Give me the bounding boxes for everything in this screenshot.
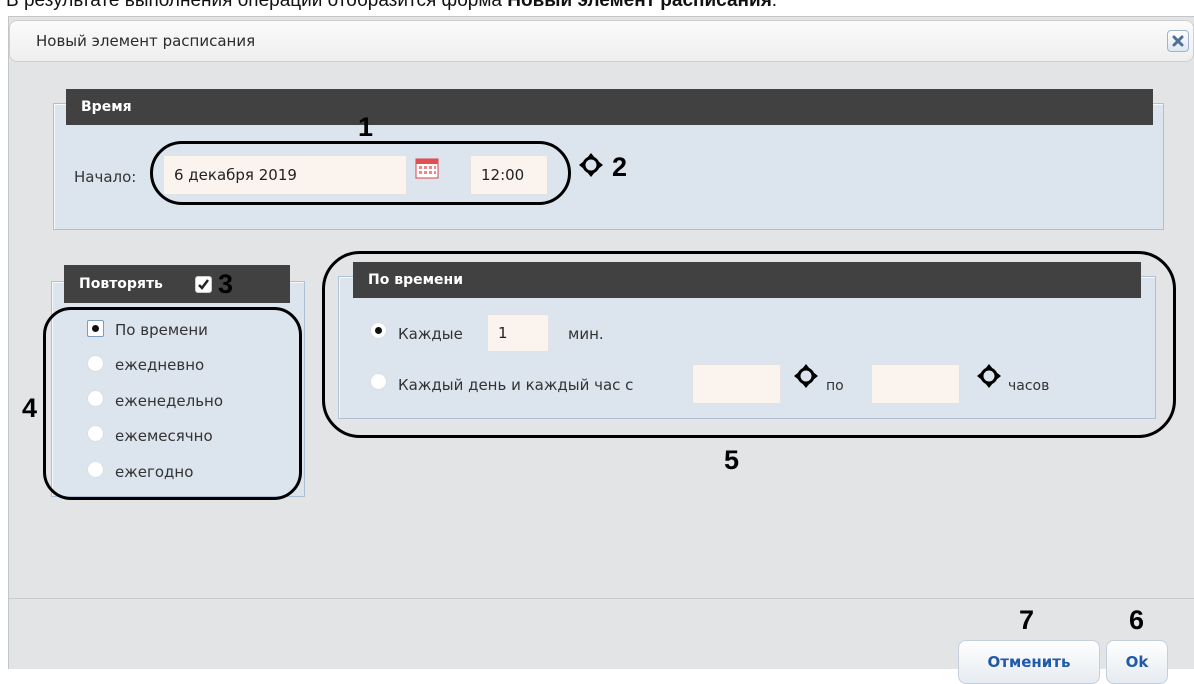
footer-divider — [9, 598, 1194, 599]
annotation-number-4: 4 — [22, 393, 38, 423]
caption-text: В результате выполнения операции отобраз… — [6, 0, 508, 11]
time-legend: Время — [66, 89, 1153, 125]
annotation-ellipse-4 — [43, 307, 302, 500]
start-label: Начало: — [74, 168, 137, 186]
annotation-number-1: 1 — [358, 112, 374, 142]
page-caption: В результате выполнения операции отобраз… — [6, 0, 777, 11]
repeat-legend-label: Повторять — [79, 276, 163, 292]
check-icon — [198, 279, 209, 290]
move-arrows-icon[interactable] — [578, 152, 604, 178]
annotation-ellipse-5 — [322, 251, 1176, 438]
repeat-legend: Повторять — [64, 265, 290, 303]
annotation-number-3: 3 — [218, 269, 234, 299]
close-icon — [1172, 35, 1184, 47]
annotation-number-2: 2 — [612, 152, 628, 182]
ok-button[interactable]: Ok — [1106, 640, 1168, 684]
move-arrows-icon[interactable] — [976, 363, 1002, 389]
move-arrows-icon[interactable] — [793, 363, 819, 389]
cancel-button[interactable]: Отменить — [958, 640, 1100, 684]
caption-bold: Новый элемент расписания — [507, 0, 772, 11]
annotation-number-6: 6 — [1129, 605, 1145, 635]
dialog-title: Новый элемент расписания — [36, 32, 256, 50]
annotation-number-7: 7 — [1019, 605, 1035, 635]
annotation-number-5: 5 — [724, 445, 740, 475]
close-button[interactable] — [1167, 30, 1189, 52]
annotation-ellipse-1 — [150, 141, 571, 205]
caption-suffix: . — [771, 0, 778, 11]
repeat-checkbox[interactable] — [195, 276, 212, 293]
